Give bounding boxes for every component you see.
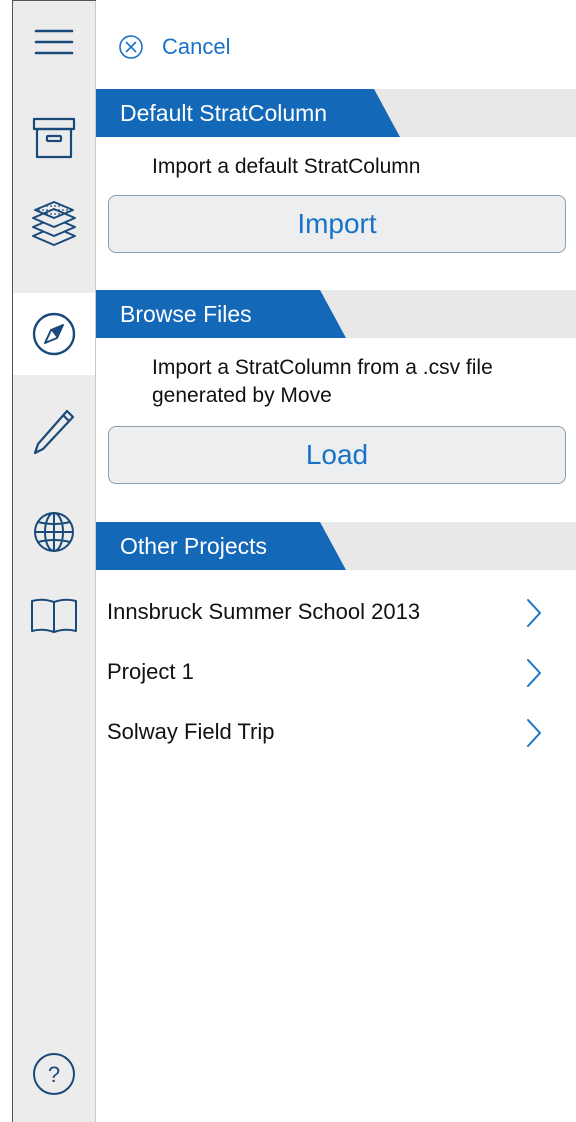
browse-description-line2: generated by Move [152, 384, 332, 407]
project-row-innsbruck[interactable]: Innsbruck Summer School 2013 [96, 583, 576, 641]
sidebar-globe-button[interactable] [13, 491, 95, 573]
sidebar-archive-button[interactable] [13, 97, 95, 179]
cancel-label: Cancel [162, 34, 231, 59]
browse-description-line1: Import a StratColumn from a .csv file [152, 356, 493, 379]
sidebar-book-button[interactable] [13, 575, 95, 657]
project-row-solway[interactable]: Solway Field Trip [96, 703, 576, 761]
layers-icon [32, 201, 76, 246]
menu-icon [34, 29, 74, 55]
section-title: Browse Files [96, 290, 346, 338]
project-name: Solway Field Trip [107, 719, 275, 744]
default-stratcolumn-header: Default StratColumn [96, 89, 576, 137]
chevron-right-icon [527, 599, 541, 627]
sidebar-layers-button[interactable] [13, 183, 95, 265]
project-name: Innsbruck Summer School 2013 [107, 599, 421, 624]
section-title: Default StratColumn [96, 89, 400, 137]
sidebar-menu-button[interactable] [13, 1, 95, 83]
load-button[interactable]: Load [108, 426, 566, 484]
sidebar-help-button[interactable]: ? [13, 1033, 95, 1115]
compass-icon [32, 312, 76, 356]
section-title: Other Projects [96, 522, 346, 570]
project-name: Project 1 [107, 659, 194, 684]
pencil-icon [33, 409, 75, 455]
browse-files-header: Browse Files [96, 290, 576, 338]
svg-text:?: ? [48, 1062, 60, 1087]
default-description: Import a default StratColumn [152, 155, 421, 178]
cancel-button[interactable]: Cancel [118, 31, 230, 63]
import-button[interactable]: Import [108, 195, 566, 253]
globe-icon [34, 512, 74, 552]
cancel-circle-icon [119, 35, 143, 59]
chevron-right-icon [527, 659, 541, 687]
sidebar-compass-button[interactable] [13, 293, 95, 375]
sidebar: ? [13, 1, 96, 1122]
chevron-right-icon [527, 719, 541, 747]
archive-box-icon [32, 117, 76, 159]
main-panel: Cancel Default StratColumn Import a defa… [96, 0, 576, 1122]
other-projects-header: Other Projects [96, 522, 576, 570]
app-window: ? Cancel Default StratColumn Import a de… [0, 0, 576, 1122]
book-icon [31, 598, 77, 633]
sidebar-pencil-button[interactable] [13, 391, 95, 473]
help-icon: ? [33, 1053, 75, 1095]
project-row-project-1[interactable]: Project 1 [96, 643, 576, 701]
